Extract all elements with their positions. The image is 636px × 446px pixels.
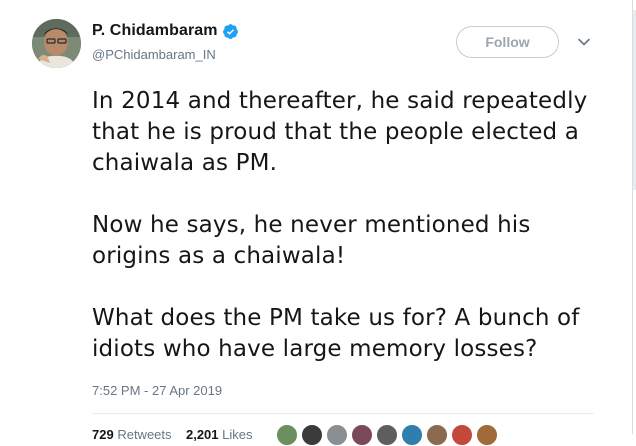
author-name[interactable]: P. Chidambaram xyxy=(92,22,218,40)
retweets-label: Retweets xyxy=(117,427,172,442)
liker-avatar[interactable] xyxy=(426,424,448,446)
likes-label: Likes xyxy=(222,427,253,442)
tweet-stats: 729 Retweets 2,201 Likes xyxy=(92,427,253,442)
liker-avatars xyxy=(276,424,498,446)
likes-count: 2,201 xyxy=(185,427,219,442)
liker-avatar[interactable] xyxy=(401,424,423,446)
retweets-stat[interactable]: 729 Retweets xyxy=(92,427,172,442)
tweet-paragraph: Now he says, he never mentioned his orig… xyxy=(92,212,531,269)
tweet-paragraph: What does the PM take us for? A bunch of… xyxy=(92,305,580,362)
liker-avatar[interactable] xyxy=(376,424,398,446)
tweet-paragraph: In 2014 and thereafter, he said repeated… xyxy=(92,88,588,176)
retweets-count: 729 xyxy=(92,427,114,442)
avatar[interactable] xyxy=(32,19,81,68)
tweet-text: In 2014 and thereafter, he said repeated… xyxy=(92,86,612,365)
liker-avatar[interactable] xyxy=(301,424,323,446)
likes-stat[interactable]: 2,201 Likes xyxy=(186,427,253,442)
author-handle[interactable]: @PChidambaram_IN xyxy=(92,47,216,62)
chevron-down-icon[interactable] xyxy=(576,34,592,50)
tweet-timestamp[interactable]: 7:52 PM - 27 Apr 2019 xyxy=(92,383,222,398)
liker-avatar[interactable] xyxy=(326,424,348,446)
liker-avatar[interactable] xyxy=(276,424,298,446)
liker-avatar[interactable] xyxy=(451,424,473,446)
author-name-row[interactable]: P. Chidambaram xyxy=(92,22,239,40)
divider xyxy=(92,413,594,414)
liker-avatar[interactable] xyxy=(476,424,498,446)
liker-avatar[interactable] xyxy=(351,424,373,446)
verified-badge-icon xyxy=(222,23,239,40)
avatar-image xyxy=(32,19,81,68)
follow-button[interactable]: Follow xyxy=(456,26,559,58)
